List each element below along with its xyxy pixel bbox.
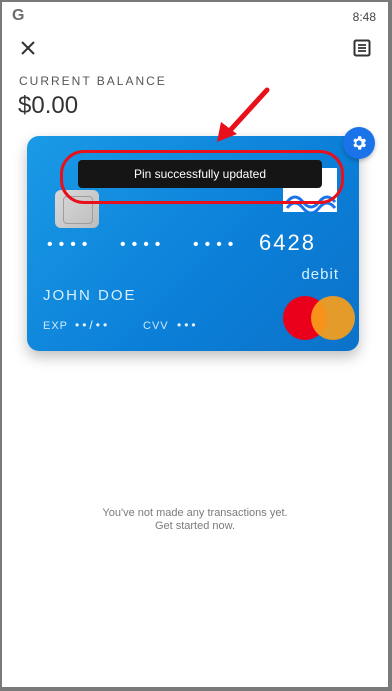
exp-value: ••/•• [75, 318, 111, 332]
empty-line-2: Get started now. [154, 520, 236, 532]
transactions-menu-button[interactable] [350, 36, 374, 60]
card-settings-button[interactable] [343, 127, 375, 159]
card-number-group-3: •••• [193, 236, 240, 253]
card-number-group-2: •••• [120, 236, 167, 253]
card-holder-name: JOHN DOE [43, 287, 137, 304]
empty-line-1: You've not made any transactions yet. [102, 507, 288, 519]
exp-label: EXP [43, 320, 69, 332]
google-icon: G [12, 7, 25, 24]
close-icon [21, 41, 35, 55]
balance-value: $0.00 [18, 92, 79, 119]
card-number-group-1: •••• [47, 236, 94, 253]
empty-transactions-message: You've not made any transactions yet. Ge… [2, 507, 388, 533]
status-bar: G 8:48 [2, 2, 388, 30]
gear-icon [353, 136, 367, 150]
annotation-highlight-ring [60, 150, 344, 204]
annotation-arrow-icon [217, 87, 270, 142]
status-time: 8:48 [352, 10, 376, 24]
list-icon [353, 39, 371, 57]
card-type: debit [301, 266, 339, 283]
app-screen: G 8:48 CURRENT BALANCE $0.00 •••• •••• •… [2, 2, 388, 687]
card-last4: 6428 [259, 230, 316, 255]
cvv-label: CVV [143, 320, 169, 332]
cvv-value: ••• [177, 318, 199, 332]
mastercard-logo [283, 296, 355, 340]
close-button[interactable] [16, 36, 40, 60]
balance-label: CURRENT BALANCE [19, 74, 167, 88]
